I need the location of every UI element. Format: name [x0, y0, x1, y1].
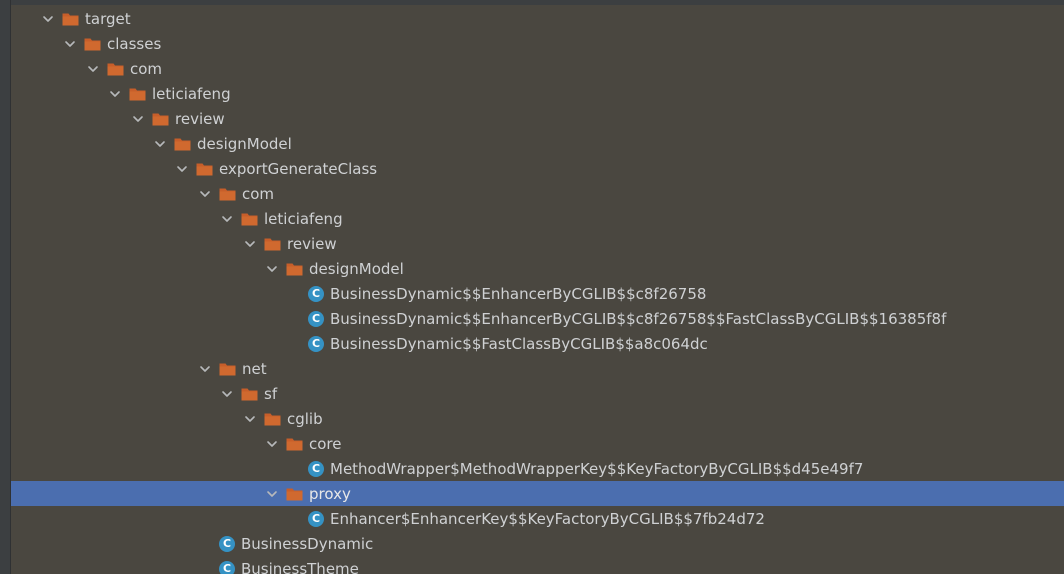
- tree-row-10[interactable]: designModel: [11, 256, 1064, 281]
- tree-row-label: BusinessDynamic$$EnhancerByCGLIB$$c8f267…: [330, 284, 707, 303]
- folder-icon: [152, 112, 169, 126]
- folder-icon: [241, 387, 258, 401]
- chevron-down-icon[interactable]: [266, 263, 278, 275]
- tree-row-4[interactable]: review: [11, 106, 1064, 131]
- chevron-down-icon[interactable]: [154, 138, 166, 150]
- tree-row-21[interactable]: C BusinessDynamic: [11, 531, 1064, 556]
- tree-row-6[interactable]: exportGenerateClass: [11, 156, 1064, 181]
- folder-icon: [174, 137, 191, 151]
- java-class-icon: C: [308, 285, 324, 302]
- tree-row-label: leticiafeng: [152, 84, 231, 103]
- tree-row-label: BusinessTheme: [241, 559, 359, 574]
- tree-row-16[interactable]: cglib: [11, 406, 1064, 431]
- java-class-icon: C: [308, 310, 324, 327]
- folder-icon: [264, 412, 281, 426]
- tree-row-label: cglib: [287, 409, 323, 428]
- tree-row-label: designModel: [309, 259, 404, 278]
- tree-row-label: proxy: [309, 484, 351, 503]
- folder-icon: [107, 62, 124, 76]
- tree-row-12[interactable]: C BusinessDynamic$$EnhancerByCGLIB$$c8f2…: [11, 306, 1064, 331]
- folder-icon: [196, 162, 213, 176]
- folder-icon: [219, 187, 236, 201]
- tree-row-2[interactable]: com: [11, 56, 1064, 81]
- chevron-down-icon[interactable]: [64, 38, 76, 50]
- tree-row-label: com: [242, 184, 275, 203]
- folder-icon: [62, 12, 79, 26]
- tree-row-label: MethodWrapper$MethodWrapperKey$$KeyFacto…: [330, 459, 864, 478]
- java-class-icon: C: [219, 560, 235, 574]
- tree-row-label: net: [242, 359, 267, 378]
- tree-row-5[interactable]: designModel: [11, 131, 1064, 156]
- chevron-down-icon[interactable]: [42, 13, 54, 25]
- tree-row-label: review: [287, 234, 337, 253]
- tree-row-18[interactable]: C MethodWrapper$MethodWrapperKey$$KeyFac…: [11, 456, 1064, 481]
- folder-icon: [286, 262, 303, 276]
- tree-row-label: classes: [107, 34, 162, 53]
- tree-row-label: designModel: [197, 134, 292, 153]
- folder-icon: [286, 437, 303, 451]
- chevron-down-icon[interactable]: [221, 388, 233, 400]
- folder-icon: [264, 237, 281, 251]
- top-toolbar-edge: [0, 0, 1064, 5]
- chevron-down-icon[interactable]: [244, 413, 256, 425]
- tree-row-1[interactable]: classes: [11, 31, 1064, 56]
- folder-icon: [129, 87, 146, 101]
- chevron-down-icon[interactable]: [176, 163, 188, 175]
- chevron-down-icon[interactable]: [199, 363, 211, 375]
- tree-row-11[interactable]: C BusinessDynamic$$EnhancerByCGLIB$$c8f2…: [11, 281, 1064, 306]
- tree-row-8[interactable]: leticiafeng: [11, 206, 1064, 231]
- java-class-icon: C: [308, 460, 324, 477]
- chevron-down-icon[interactable]: [109, 88, 121, 100]
- chevron-down-icon[interactable]: [132, 113, 144, 125]
- tree-row-22[interactable]: C BusinessTheme: [11, 556, 1064, 574]
- tree-row-20[interactable]: C Enhancer$EnhancerKey$$KeyFactoryByCGLI…: [11, 506, 1064, 531]
- chevron-down-icon[interactable]: [221, 213, 233, 225]
- tree-row-label: com: [130, 59, 163, 78]
- tree-row-14[interactable]: net: [11, 356, 1064, 381]
- folder-icon: [219, 362, 236, 376]
- tree-row-7[interactable]: com: [11, 181, 1064, 206]
- chevron-down-icon[interactable]: [87, 63, 99, 75]
- tree-row-13[interactable]: C BusinessDynamic$$FastClassByCGLIB$$a8c…: [11, 331, 1064, 356]
- chevron-down-icon[interactable]: [199, 188, 211, 200]
- folder-icon: [241, 212, 258, 226]
- tree-row-label: BusinessDynamic$$FastClassByCGLIB$$a8c06…: [330, 334, 708, 353]
- java-class-icon: C: [308, 335, 324, 352]
- tree-row-label: core: [309, 434, 342, 453]
- java-class-icon: C: [308, 510, 324, 527]
- tree-row-17[interactable]: core: [11, 431, 1064, 456]
- tree-row-label: target: [85, 9, 131, 28]
- tree-row-19[interactable]: proxy: [11, 481, 1064, 506]
- chevron-down-icon[interactable]: [244, 238, 256, 250]
- tree-row-label: BusinessDynamic$$EnhancerByCGLIB$$c8f267…: [330, 309, 947, 328]
- tree-row-label: review: [175, 109, 225, 128]
- chevron-down-icon[interactable]: [266, 438, 278, 450]
- project-tree[interactable]: target classes com leticiafeng review de…: [11, 6, 1064, 574]
- left-gutter: [0, 0, 11, 574]
- folder-icon: [286, 487, 303, 501]
- tree-row-15[interactable]: sf: [11, 381, 1064, 406]
- tree-row-3[interactable]: leticiafeng: [11, 81, 1064, 106]
- tree-row-0[interactable]: target: [11, 6, 1064, 31]
- tree-row-label: exportGenerateClass: [219, 159, 378, 178]
- tree-row-label: Enhancer$EnhancerKey$$KeyFactoryByCGLIB$…: [330, 509, 765, 528]
- tree-row-9[interactable]: review: [11, 231, 1064, 256]
- tree-row-label: leticiafeng: [264, 209, 343, 228]
- chevron-down-icon[interactable]: [266, 488, 278, 500]
- folder-icon: [84, 37, 101, 51]
- java-class-icon: C: [219, 535, 235, 552]
- tree-row-label: sf: [264, 384, 278, 403]
- tree-row-label: BusinessDynamic: [241, 534, 374, 553]
